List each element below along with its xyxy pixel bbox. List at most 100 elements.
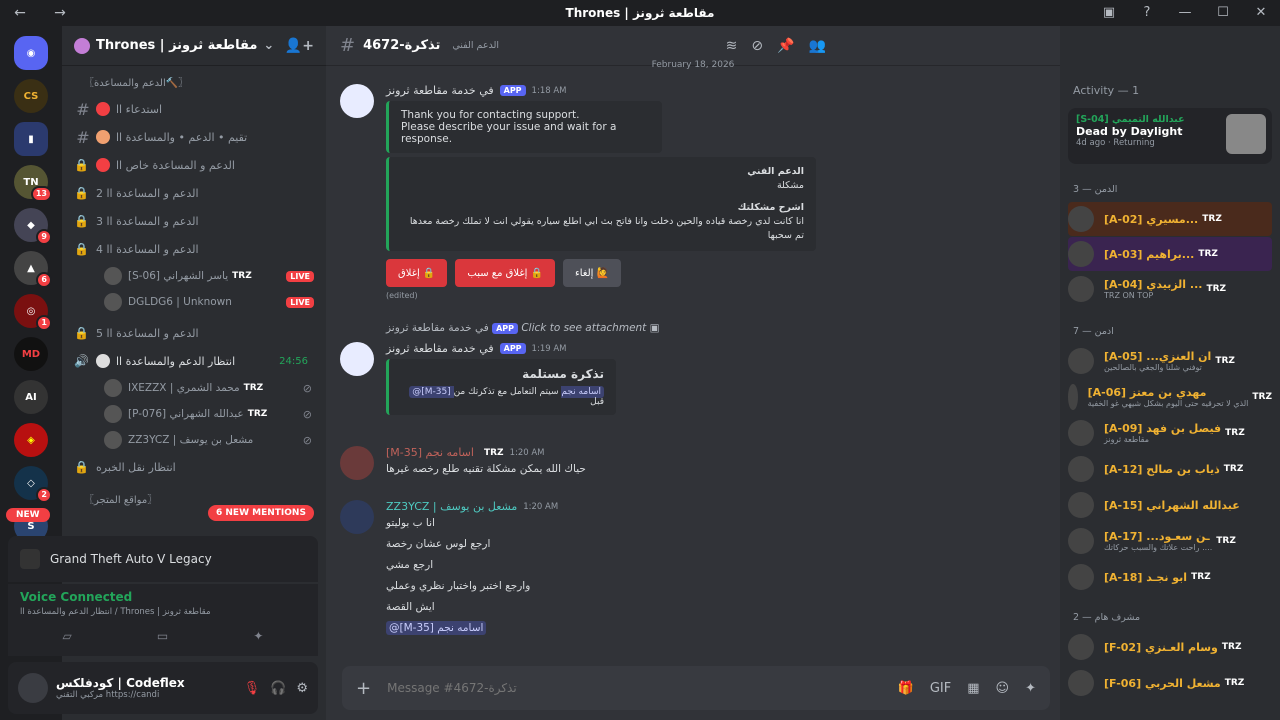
member-item[interactable]: [A-03] براهيم... TRZ bbox=[1068, 237, 1272, 271]
voice-user[interactable]: [S-06] ياسر الشهراني TRZ LIVE bbox=[70, 263, 320, 289]
unread-badge: 13 bbox=[30, 186, 52, 202]
server-icon[interactable]: ◈ bbox=[14, 423, 48, 457]
inbox-icon[interactable]: ▣ bbox=[1090, 0, 1128, 26]
server-icon[interactable]: ▲ 6 bbox=[14, 251, 52, 288]
member-item[interactable]: [A-06] مهدي بن معتز الذي لا تحرقيه حتى ال… bbox=[1068, 380, 1272, 414]
message: ZZ3YCZ | مشعل بن يوسف 1:20 AM انا ب بوليت… bbox=[340, 500, 1050, 639]
apps-icon[interactable]: ✦ bbox=[1025, 681, 1036, 696]
member-item[interactable]: [A-09] فيصل بن فهد مقاطعة ثرونز TRZ bbox=[1068, 416, 1272, 450]
help-icon[interactable]: ? bbox=[1128, 0, 1166, 26]
user-mention[interactable]: @[M-35] اسامه نجم bbox=[386, 621, 487, 635]
gift-icon[interactable]: 🎁 bbox=[898, 681, 914, 696]
message-input[interactable] bbox=[387, 681, 898, 695]
message-author[interactable]: في خدمة مقاطعة ثرونز bbox=[386, 84, 494, 97]
unread-badge: 1 bbox=[36, 315, 52, 331]
activity-card[interactable]: [S-04] عبدالله التميمي Dead by Daylight … bbox=[1068, 108, 1272, 164]
server-icon-cs[interactable]: CS bbox=[14, 79, 48, 113]
channel-topic[interactable]: الدعم الفني bbox=[452, 40, 499, 51]
new-pill[interactable]: NEW bbox=[6, 508, 50, 522]
channel-item[interactable]: 🔒 الدعم و المساعدة اا 5 bbox=[70, 319, 320, 347]
discord-home-icon[interactable]: ◉ bbox=[14, 36, 48, 70]
role-group-header: ادمن — 7 bbox=[1073, 326, 1114, 337]
voice-user[interactable]: DGLDG6 | Unknown LIVE bbox=[70, 289, 320, 315]
member-item[interactable]: [A-17] ...ـن سعـود راحت علاتك والسبب حركا… bbox=[1068, 524, 1272, 558]
channel-item[interactable]: # استدعاء اا bbox=[70, 95, 320, 123]
voice-connection-panel: Voice Connected انتظار الدعم والمساعدة ا… bbox=[8, 584, 318, 656]
headphones-icon[interactable]: 🎧 bbox=[270, 681, 286, 696]
message-author[interactable]: [M-35] اسامه نجم bbox=[386, 446, 474, 459]
maximize-button[interactable]: ☐ bbox=[1204, 0, 1242, 26]
member-item[interactable]: [A-18] ابو نجـد TRZ bbox=[1068, 560, 1272, 594]
video-off-icon[interactable]: ▱ bbox=[63, 629, 72, 643]
member-item[interactable]: [F-02] وسام العـنزي TRZ bbox=[1068, 630, 1272, 664]
member-item[interactable]: [A-15] عبدالله الشهراني bbox=[1068, 488, 1272, 522]
forward-arrow-icon[interactable]: → bbox=[40, 5, 80, 21]
voice-status: Voice Connected bbox=[20, 590, 133, 604]
server-icon[interactable]: AI bbox=[14, 380, 48, 414]
avatar bbox=[1068, 276, 1094, 302]
voice-user[interactable]: IXEZZX | محمد الشمري TRZ ⊘ bbox=[70, 375, 320, 401]
channel-item[interactable]: 🔒 انتظار نقل الخبره bbox=[70, 453, 320, 481]
plus-icon[interactable]: + bbox=[356, 678, 371, 699]
message-author[interactable]: ZZ3YCZ | مشعل بن يوسف bbox=[386, 500, 517, 513]
member-item[interactable]: [A-04] الزبيدي ... TRZ ON TOP TRZ bbox=[1068, 272, 1272, 306]
message-text: انا ب بوليتو bbox=[386, 517, 435, 529]
server-icon[interactable]: ◇ 2 bbox=[14, 466, 52, 503]
voice-channel-item[interactable]: 🔊 انتظار الدعم والمساعدة اا 24:56 bbox=[70, 347, 320, 375]
role-group-header: مشرف هام — 2 bbox=[1073, 612, 1141, 623]
server-icon[interactable]: MD bbox=[14, 337, 48, 371]
sticker-icon[interactable]: ▦ bbox=[967, 681, 979, 696]
server-icon[interactable]: TN 13 bbox=[14, 165, 52, 202]
live-badge: LIVE bbox=[286, 296, 314, 308]
custom-status: مركبي التقني https://candi bbox=[56, 690, 160, 700]
member-item[interactable]: [A-02] مسيري... TRZ bbox=[1068, 202, 1272, 236]
gif-icon[interactable]: GIF bbox=[930, 681, 951, 696]
close-with-reason-button[interactable]: إغلاق مع سبب 🔒 bbox=[455, 259, 556, 287]
channel-item[interactable]: 🔒 الدعم و المساعدة اا 4 bbox=[70, 235, 320, 263]
message-author[interactable]: في خدمة مقاطعة ثرونز bbox=[386, 342, 494, 355]
member-item[interactable]: [F-06] مشعل الحربي TRZ bbox=[1068, 666, 1272, 700]
add-friend-icon[interactable]: 👤+ bbox=[285, 38, 314, 54]
new-mentions-pill[interactable]: 6 NEW MENTIONS bbox=[208, 505, 314, 521]
voice-user[interactable]: ZZ3YCZ | مشعل بن يوسف ⊘ bbox=[70, 427, 320, 453]
server-icon[interactable]: ◆ 9 bbox=[14, 208, 52, 245]
voice-path[interactable]: انتظار الدعم والمساعدة اا / Thrones | مق… bbox=[20, 607, 306, 617]
close-button[interactable]: ✕ bbox=[1242, 0, 1280, 26]
avatar[interactable] bbox=[18, 673, 48, 703]
channel-item[interactable]: # تقيم • الدعم • والمساعدة اا bbox=[70, 123, 320, 151]
notifications-icon[interactable]: ⊘ bbox=[751, 38, 763, 54]
channel-list: 〖الدعم والمساعدة🔨〗 # استدعاء اا # تقيم • ا… bbox=[62, 66, 326, 528]
channel-item[interactable]: 🔒 الدعم و المساعدة خاص اا bbox=[70, 151, 320, 179]
avatar[interactable] bbox=[340, 342, 374, 376]
gear-icon[interactable]: ⚙ bbox=[296, 681, 308, 696]
title-bar: ← → Thrones | مقاطعة ثرونز ▣ ? — ☐ ✕ bbox=[0, 0, 1280, 26]
channel-item[interactable]: 🔒 الدعم و المساعدة اا 3 bbox=[70, 207, 320, 235]
avatar[interactable] bbox=[340, 500, 374, 534]
category-label[interactable]: 〖الدعم والمساعدة🔨〗 bbox=[70, 70, 320, 95]
avatar bbox=[1068, 348, 1094, 374]
back-arrow-icon[interactable]: ← bbox=[0, 5, 40, 21]
member-item[interactable]: [A-12] ذياب بن صالح TRZ bbox=[1068, 452, 1272, 486]
screen-share-icon[interactable]: ▭ bbox=[157, 629, 168, 643]
game-activity-panel[interactable]: Grand Theft Auto V Legacy bbox=[8, 536, 318, 582]
reply-preview[interactable]: في خدمة مقاطعة ثرونز APP Click to see at… bbox=[340, 322, 1050, 334]
member-item[interactable]: [A-05] ...ان العنزي توفني شلنا والجغي بال… bbox=[1068, 344, 1272, 378]
mute-mic-icon[interactable]: 🎙 bbox=[244, 681, 261, 696]
voice-user[interactable]: [P-076] عبدالله الشهراني TRZ ⊘ bbox=[70, 401, 320, 427]
threads-icon[interactable]: ≋ bbox=[726, 38, 738, 54]
date-divider: February 18, 2026 bbox=[651, 60, 735, 70]
emoji-icon[interactable]: ☺ bbox=[996, 681, 1010, 696]
activities-icon[interactable]: ✦ bbox=[253, 629, 263, 643]
activity-header: Activity — 1 bbox=[1073, 84, 1140, 97]
folder-icon[interactable]: ▮ bbox=[14, 122, 48, 156]
close-ticket-button[interactable]: إغلاق 🔒 bbox=[386, 259, 448, 287]
cancel-button[interactable]: إلغاء 🙋 bbox=[563, 259, 622, 287]
avatar[interactable] bbox=[340, 84, 374, 118]
minimize-button[interactable]: — bbox=[1166, 0, 1204, 26]
server-icon[interactable]: ◎ 1 bbox=[14, 294, 52, 331]
server-header[interactable]: Thrones | مقاطعة ثرونز ⌄ 👤+ bbox=[62, 26, 326, 66]
pin-icon[interactable]: 📌 bbox=[777, 38, 794, 54]
avatar[interactable] bbox=[340, 446, 374, 480]
channel-item[interactable]: 🔒 الدعم و المساعدة اا 2 bbox=[70, 179, 320, 207]
members-icon[interactable]: 👥 bbox=[809, 38, 826, 54]
